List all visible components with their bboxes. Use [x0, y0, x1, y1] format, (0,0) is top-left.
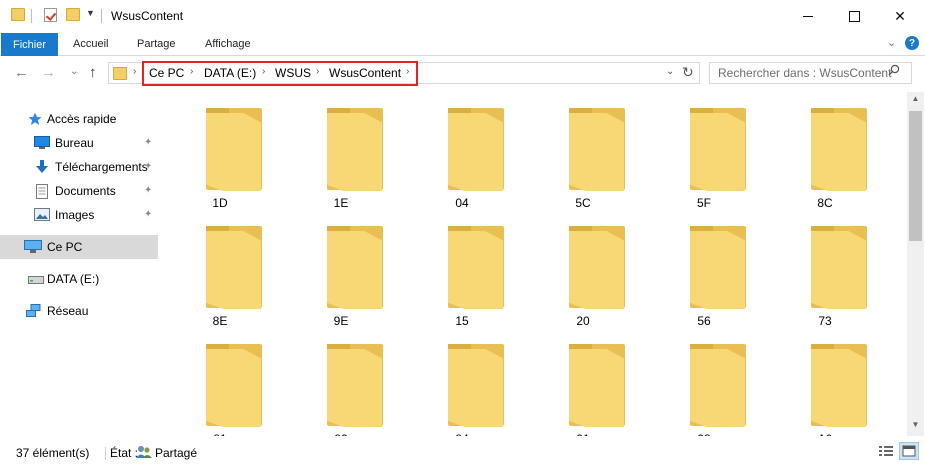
sidebar-item-ce-pc[interactable]: Ce PC [0, 235, 158, 259]
sidebar-item-telechargements[interactable]: Téléchargements ✦ [0, 155, 158, 179]
folder-item[interactable]: 91 [533, 328, 633, 436]
folder-name: 5F [696, 196, 711, 210]
folder-item[interactable]: 04 [412, 92, 512, 210]
new-folder-icon[interactable] [66, 8, 80, 21]
drive-icon [28, 276, 44, 284]
maximize-button[interactable] [831, 0, 877, 32]
download-icon [36, 160, 48, 173]
forward-button[interactable]: → [41, 64, 56, 81]
large-icons-view-button[interactable] [899, 442, 919, 460]
tab-accueil[interactable]: Accueil [73, 38, 108, 50]
sidebar-item-label: DATA (E:) [47, 272, 100, 286]
star-icon [28, 112, 42, 125]
folder-item[interactable]: 5C [533, 92, 633, 210]
sidebar-item-label: Images [55, 208, 95, 222]
folder-name: 1D [212, 196, 228, 210]
folder-item[interactable]: 81 [170, 328, 270, 436]
sidebar-item-label: Réseau [47, 304, 89, 318]
recent-locations-button[interactable]: ⌄ [70, 66, 78, 77]
folder-name: 5C [575, 196, 591, 210]
folder-item[interactable]: 82 [291, 328, 391, 436]
folder-item[interactable]: 8E [170, 210, 270, 328]
minimize-button[interactable] [785, 0, 831, 32]
sidebar-item-quick-access[interactable]: Accès rapide [0, 107, 158, 131]
tab-affichage[interactable]: Affichage [205, 38, 251, 50]
status-bar: 37 élément(s) État : Partagé [0, 436, 925, 466]
folder-item[interactable]: 1D [170, 92, 270, 210]
title-bar: ▼ WsusContent ✕ [0, 0, 925, 33]
chevron-right-icon[interactable]: › [133, 66, 136, 77]
sidebar-item-label: Ce PC [47, 240, 83, 254]
folder-name: 8C [817, 196, 833, 210]
computer-icon [24, 240, 42, 253]
customize-quick-access-icon[interactable]: ▼ [86, 8, 95, 18]
folder-name: 9E [333, 314, 349, 328]
folder-icon [11, 8, 25, 21]
expand-ribbon-icon[interactable]: ⌄ [887, 36, 896, 49]
window-title: WsusContent [111, 9, 184, 23]
folder-item[interactable]: 20 [533, 210, 633, 328]
pin-icon[interactable]: ✦ [144, 209, 152, 220]
folder-name: 8E [212, 314, 228, 328]
folder-name: 56 [697, 314, 711, 328]
folder-name: 73 [818, 314, 832, 328]
tab-partage[interactable]: Partage [137, 38, 176, 50]
folder-item[interactable]: 1E [291, 92, 391, 210]
scroll-thumb[interactable] [909, 111, 922, 241]
folder-item[interactable]: 15 [412, 210, 512, 328]
ribbon-tabs: Fichier Accueil Partage Affichage ⌄ [0, 33, 925, 56]
folder-name: 04 [455, 196, 469, 210]
desktop-icon [34, 136, 50, 149]
folder-icon [113, 67, 127, 80]
folder-item[interactable]: 56 [654, 210, 754, 328]
state-label: État : [110, 446, 139, 460]
sidebar-item-label: Bureau [55, 136, 94, 150]
folder-item[interactable]: 5F [654, 92, 754, 210]
sidebar-item-documents[interactable]: Documents ✦ [0, 179, 158, 203]
close-button[interactable]: ✕ [877, 0, 923, 32]
pin-icon[interactable]: ✦ [144, 161, 152, 172]
sidebar-item-label: Téléchargements [55, 160, 148, 174]
pin-icon[interactable]: ✦ [144, 137, 152, 148]
network-icon [26, 304, 41, 317]
vertical-scrollbar[interactable]: ▲ ▼ [907, 92, 924, 436]
folder-item[interactable]: 84 [412, 328, 512, 436]
folder-name: 20 [576, 314, 590, 328]
breadcrumb-highlight-box [142, 61, 418, 86]
help-icon[interactable]: ? [905, 36, 919, 50]
properties-icon[interactable] [44, 8, 57, 22]
shared-users-icon [136, 446, 152, 458]
folder-item[interactable]: A0 [775, 328, 875, 436]
folder-name: 1E [333, 196, 349, 210]
sidebar-item-images[interactable]: Images ✦ [0, 203, 158, 227]
search-placeholder[interactable]: Rechercher dans : WsusContent [718, 66, 891, 80]
folder-view: 1D 1E 04 5C 5F 8C 8E 9E 15 20 56 73 8182849198A0 [160, 92, 907, 436]
pin-icon[interactable]: ✦ [144, 185, 152, 196]
folder-item[interactable]: 8C [775, 92, 875, 210]
folder-item[interactable]: 98 [654, 328, 754, 436]
address-history-dropdown[interactable]: ⌄ [666, 66, 674, 77]
folder-item[interactable]: 9E [291, 210, 391, 328]
sidebar-item-bureau[interactable]: Bureau ✦ [0, 131, 158, 155]
pictures-icon [34, 208, 50, 221]
state-value: Partagé [155, 446, 198, 460]
tab-fichier[interactable]: Fichier [1, 33, 58, 56]
document-icon [36, 184, 48, 199]
back-button[interactable]: ← [14, 64, 29, 81]
details-view-button[interactable] [878, 444, 894, 458]
folder-name: 15 [455, 314, 469, 328]
item-count: 37 élément(s) [16, 446, 90, 460]
refresh-button[interactable]: ↻ [682, 64, 694, 81]
sidebar-item-label: Accès rapide [47, 112, 117, 126]
up-button[interactable]: ↑ [89, 64, 97, 81]
scroll-up-button[interactable]: ▲ [907, 94, 924, 108]
folder-item[interactable]: 73 [775, 210, 875, 328]
scroll-down-button[interactable]: ▼ [907, 420, 924, 434]
sidebar-item-reseau[interactable]: Réseau [0, 299, 158, 323]
navigation-pane: Accès rapide Bureau ✦ Téléchargements ✦ … [0, 92, 160, 436]
sidebar-item-data-drive[interactable]: DATA (E:) [0, 267, 158, 291]
search-icon[interactable] [888, 64, 900, 76]
sidebar-item-label: Documents [55, 184, 116, 198]
